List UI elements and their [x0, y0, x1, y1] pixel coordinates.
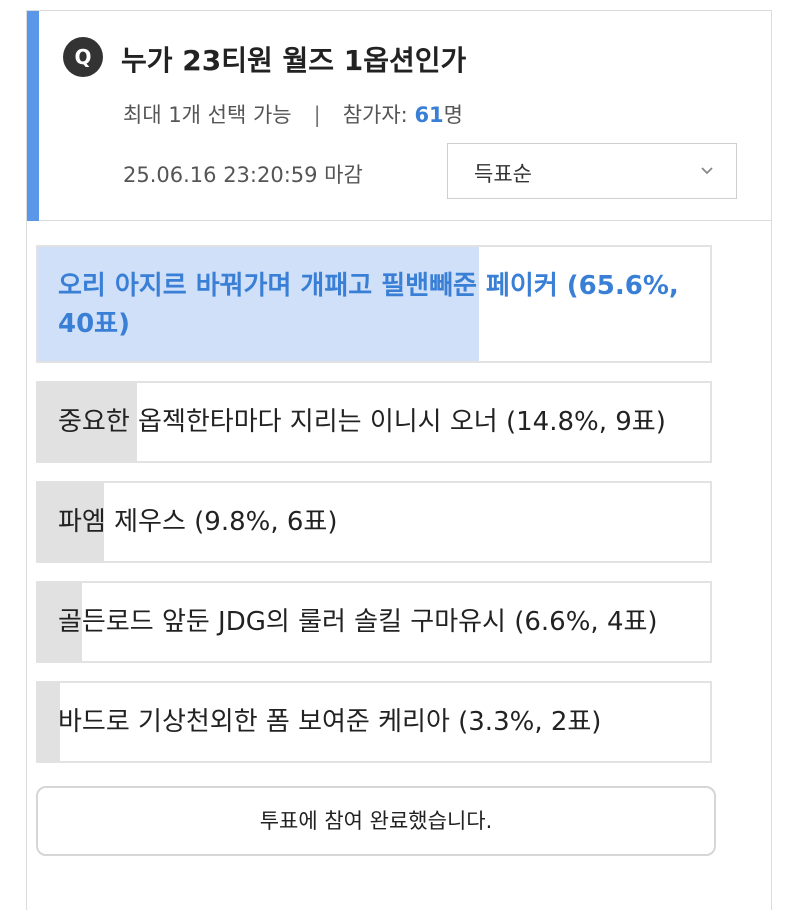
poll-option[interactable]: 바드로 기상천외한 폼 보여준 케리아 (3.3%, 2표) [36, 681, 712, 763]
poll-option[interactable]: 오리 아지르 바꿔가며 개패고 필밴빼준 페이커 (65.6%, 40표) [36, 245, 712, 363]
chevron-down-icon [701, 167, 713, 175]
poll-question: 누가 23티원 월즈 1옵션인가 [121, 44, 467, 77]
option-label: 중요한 옵젝한타마다 지리는 이니시 오너 (14.8%, 9표) [58, 407, 666, 437]
option-label: 바드로 기상천외한 폼 보여준 케리아 (3.3%, 2표) [58, 707, 602, 737]
participants-unit: 명 [443, 103, 463, 127]
meta-separator: | [313, 103, 321, 127]
sort-dropdown-value: 득표순 [474, 162, 532, 186]
poll-options: 오리 아지르 바꿔가며 개패고 필밴빼준 페이커 (65.6%, 40표) 중요… [36, 245, 712, 781]
option-label: 오리 아지르 바꿔가며 개패고 필밴빼준 페이커 (65.6%, 40표) [58, 271, 679, 339]
poll-meta: 최대 1개 선택 가능 | 참가자: 61명 [123, 99, 463, 129]
option-label: 골든로드 앞둔 JDG의 룰러 솔킬 구마유시 (6.6%, 4표) [58, 607, 658, 637]
sort-dropdown[interactable]: 득표순 [447, 143, 737, 199]
vote-complete-button[interactable]: 투표에 참여 완료했습니다. [36, 786, 716, 856]
poll-option[interactable]: 파엠 제우스 (9.8%, 6표) [36, 481, 712, 563]
participants-count: 61 [414, 103, 444, 127]
poll-option[interactable]: 중요한 옵젝한타마다 지리는 이니시 오너 (14.8%, 9표) [36, 381, 712, 463]
poll-option[interactable]: 골든로드 앞둔 JDG의 룰러 솔킬 구마유시 (6.6%, 4표) [36, 581, 712, 663]
option-label: 파엠 제우스 (9.8%, 6표) [58, 507, 338, 537]
max-select-text: 최대 1개 선택 가능 [123, 103, 292, 127]
question-icon: Q [63, 37, 103, 77]
poll-deadline: 25.06.16 23:20:59 마감 [123, 163, 363, 187]
participants-label: 참가자: [342, 103, 415, 127]
poll-header: Q 누가 23티원 월즈 1옵션인가 최대 1개 선택 가능 | 참가자: 61명 … [27, 11, 771, 221]
accent-bar [27, 11, 39, 221]
